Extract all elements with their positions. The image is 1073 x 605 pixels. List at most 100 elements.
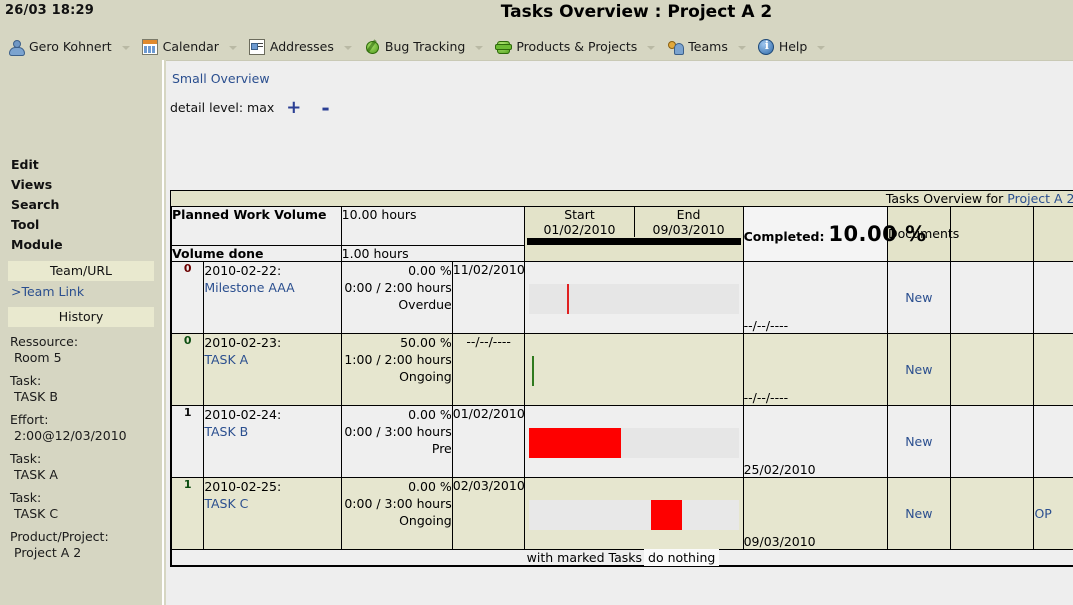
- gantt-bar: [650, 499, 683, 530]
- timeline-axis: [527, 238, 741, 245]
- menu-item-bug-tracking[interactable]: Bug Tracking: [362, 36, 467, 58]
- sidebar-section-history: History: [8, 307, 154, 327]
- row-flag[interactable]: 1: [170, 476, 205, 550]
- row-documents-cell[interactable]: [949, 332, 1035, 406]
- chevron-down-icon[interactable]: [813, 37, 829, 57]
- row-status: Ongoing: [399, 512, 452, 528]
- sidebar-info-value: Room 5: [14, 350, 62, 365]
- row-due-date: 11/02/2010: [451, 260, 526, 334]
- bulk-action-select[interactable]: do nothing: [644, 548, 720, 566]
- row-op-cell[interactable]: [1033, 260, 1073, 334]
- row-task-name-cell: 2010-02-22: Milestone AAA: [203, 260, 342, 334]
- table-row[interactable]: 0 2010-02-23: TASK A 50.00 % 1:00 / 2:00…: [170, 332, 1073, 406]
- end-value: 09/03/2010: [652, 222, 725, 237]
- table-row[interactable]: 1 2010-02-24: TASK B 0.00 % 0:00 / 3:00 …: [170, 404, 1073, 478]
- row-op-cell[interactable]: [1033, 332, 1073, 406]
- sidebar-info-key: Product/Project:: [10, 529, 109, 544]
- gantt-bar: [529, 427, 622, 458]
- planned-work-volume-label: Planned Work Volume: [171, 206, 342, 246]
- summary-row-planned: Planned Work Volume 10.00 hours Start En…: [171, 206, 1073, 262]
- sidebar-info-key: Task:: [10, 490, 42, 505]
- row-gantt-cell[interactable]: [524, 332, 744, 406]
- breadcrumb-small-overview[interactable]: Small Overview: [172, 71, 270, 86]
- sidebar-team-link[interactable]: >Team Link: [0, 283, 162, 301]
- row-date: 2010-02-23:: [204, 334, 282, 350]
- row-new-link[interactable]: New: [905, 290, 932, 305]
- menu-item-teams-label: Teams: [688, 39, 728, 54]
- row-documents-cell[interactable]: [949, 260, 1035, 334]
- sidebar-item-edit[interactable]: Edit: [0, 155, 162, 175]
- bulk-action-bar: with marked Tasks do nothing: [171, 548, 1073, 566]
- sidebar-info-value: TASK A: [14, 467, 58, 482]
- chevron-down-icon[interactable]: [340, 37, 356, 57]
- row-task-name-cell: 2010-02-23: TASK A: [203, 332, 342, 406]
- row-documents-cell[interactable]: [949, 404, 1035, 478]
- row-documents-cell[interactable]: [949, 476, 1035, 550]
- row-new-action[interactable]: New: [887, 332, 951, 406]
- sidebar-info-key: Ressource:: [10, 334, 79, 349]
- menu-item-calendar[interactable]: Calendar: [140, 36, 221, 58]
- row-new-action[interactable]: New: [887, 476, 951, 550]
- addressbook-icon: [248, 38, 265, 55]
- row-gantt-cell[interactable]: [524, 260, 744, 334]
- row-gantt-cell[interactable]: [524, 404, 744, 478]
- row-hours: 1:00 / 2:00 hours: [344, 351, 452, 367]
- sidebar-item-views[interactable]: Views: [0, 175, 162, 195]
- menu-item-addresses[interactable]: Addresses: [247, 36, 336, 58]
- row-status: Pre: [431, 440, 452, 456]
- chevron-down-icon[interactable]: [225, 37, 241, 57]
- detail-level-control: detail level: max + -: [166, 86, 1073, 121]
- sidebar-item-search[interactable]: Search: [0, 195, 162, 215]
- menu-item-user-label: Gero Kohnert: [29, 39, 112, 54]
- chevron-down-icon[interactable]: [643, 37, 659, 57]
- row-new-link[interactable]: New: [905, 506, 932, 521]
- planned-work-volume-value: 10.00 hours: [340, 206, 526, 246]
- row-new-action[interactable]: New: [887, 404, 951, 478]
- sidebar-info-value: TASK B: [14, 389, 58, 404]
- gantt-lane: [529, 427, 739, 458]
- chevron-down-icon[interactable]: [118, 37, 134, 57]
- row-end-date: --/--/----: [742, 260, 889, 334]
- detail-level-decrease-button[interactable]: -: [313, 98, 337, 118]
- detail-level-increase-button[interactable]: +: [278, 98, 309, 116]
- row-flag[interactable]: 1: [170, 404, 205, 478]
- row-progress-cell: 0.00 % 0:00 / 3:00 hours Pre: [340, 404, 453, 478]
- row-new-action[interactable]: New: [887, 260, 951, 334]
- row-percent: 0.00 %: [408, 478, 452, 494]
- row-hours: 0:00 / 2:00 hours: [344, 279, 452, 295]
- sidebar-item-module[interactable]: Module: [0, 235, 162, 255]
- app-root: 26/03 18:29 Tasks Overview : Project A 2…: [0, 0, 1073, 605]
- row-task-link[interactable]: TASK C: [204, 496, 248, 511]
- table-banner: Tasks Overview for Project A 2: [171, 191, 1073, 207]
- row-flag[interactable]: 0: [170, 260, 205, 334]
- chevron-down-icon[interactable]: [734, 37, 750, 57]
- row-end-date: --/--/----: [742, 332, 889, 406]
- row-hours: 0:00 / 3:00 hours: [344, 423, 452, 439]
- row-op-cell[interactable]: OP: [1033, 476, 1073, 550]
- row-new-link[interactable]: New: [905, 362, 932, 377]
- row-op-cell[interactable]: [1033, 404, 1073, 478]
- sidebar-item-tool[interactable]: Tool: [0, 215, 162, 235]
- row-op-link[interactable]: OP: [1034, 506, 1051, 521]
- row-task-link[interactable]: TASK A: [204, 352, 248, 367]
- menu-item-products-projects[interactable]: Products & Projects: [493, 36, 639, 58]
- sidebar-team-link-anchor[interactable]: >Team Link: [11, 284, 84, 299]
- start-value: 01/02/2010: [543, 222, 616, 237]
- gantt-lane: [529, 499, 739, 530]
- row-task-link[interactable]: Milestone AAA: [204, 280, 294, 295]
- row-progress-cell: 0.00 % 0:00 / 3:00 hours Ongoing: [340, 476, 453, 550]
- row-flag[interactable]: 0: [170, 332, 205, 406]
- row-gantt-cell[interactable]: [524, 476, 744, 550]
- menu-item-teams[interactable]: Teams: [665, 36, 730, 58]
- table-footer-row: with marked Tasks do nothing: [171, 548, 1073, 566]
- menu-item-bug-tracking-label: Bug Tracking: [384, 39, 466, 54]
- menu-item-user[interactable]: Gero Kohnert: [6, 36, 114, 58]
- chevron-down-icon[interactable]: [471, 37, 487, 57]
- row-new-link[interactable]: New: [905, 434, 932, 449]
- timeline-axis-spacer: [524, 245, 744, 262]
- menu-item-help[interactable]: Help: [756, 36, 810, 58]
- row-task-link[interactable]: TASK B: [204, 424, 248, 439]
- table-row[interactable]: 0 2010-02-22: Milestone AAA 0.00 % 0:00 …: [170, 260, 1073, 334]
- table-row[interactable]: 1 2010-02-25: TASK C 0.00 % 0:00 / 3:00 …: [170, 476, 1073, 550]
- row-due-date: 01/02/2010: [451, 404, 526, 478]
